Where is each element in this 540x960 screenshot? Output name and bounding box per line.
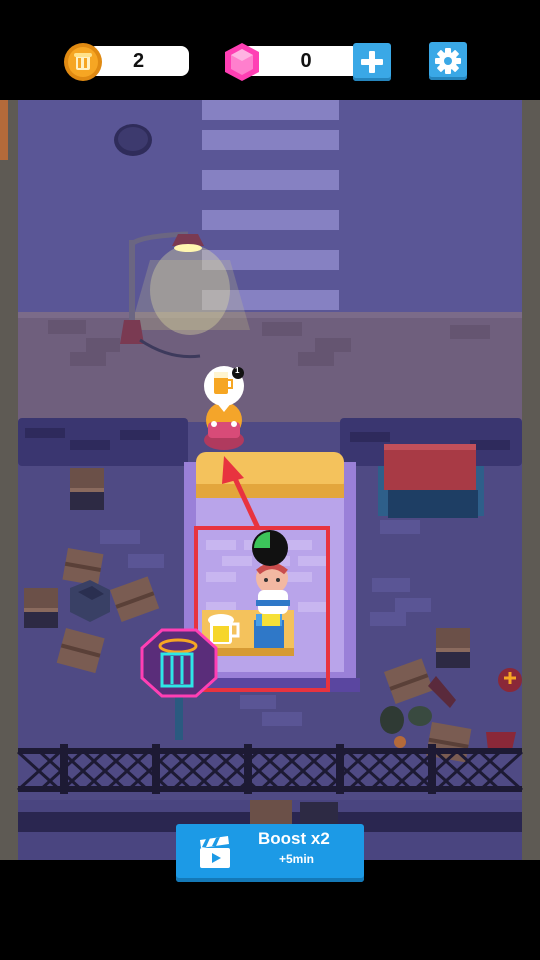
add-gems-button[interactable] xyxy=(353,43,391,81)
top-hud: 2 0 xyxy=(0,0,540,100)
gem-icon xyxy=(225,43,259,81)
game-scene[interactable]: 1 xyxy=(0,100,540,860)
gem-count: 0 xyxy=(300,49,312,72)
settings-button[interactable] xyxy=(429,42,467,80)
order-count-badge: 1 xyxy=(235,366,240,375)
boost-title: Boost x2 xyxy=(258,829,330,848)
market-stall xyxy=(378,444,484,518)
beer-mug-icon xyxy=(214,376,228,394)
coin-count: 2 xyxy=(132,49,145,72)
plus-icon xyxy=(361,51,383,73)
boost-button[interactable]: Boost x2 +5min xyxy=(176,824,364,882)
gear-icon xyxy=(435,48,461,74)
video-clapper-icon xyxy=(200,836,230,868)
game-world xyxy=(0,100,540,860)
serving-timer xyxy=(252,530,288,566)
coin-counter: 2 xyxy=(88,46,189,76)
boost-subtitle: +5min xyxy=(279,852,315,866)
coin-icon xyxy=(64,43,102,81)
